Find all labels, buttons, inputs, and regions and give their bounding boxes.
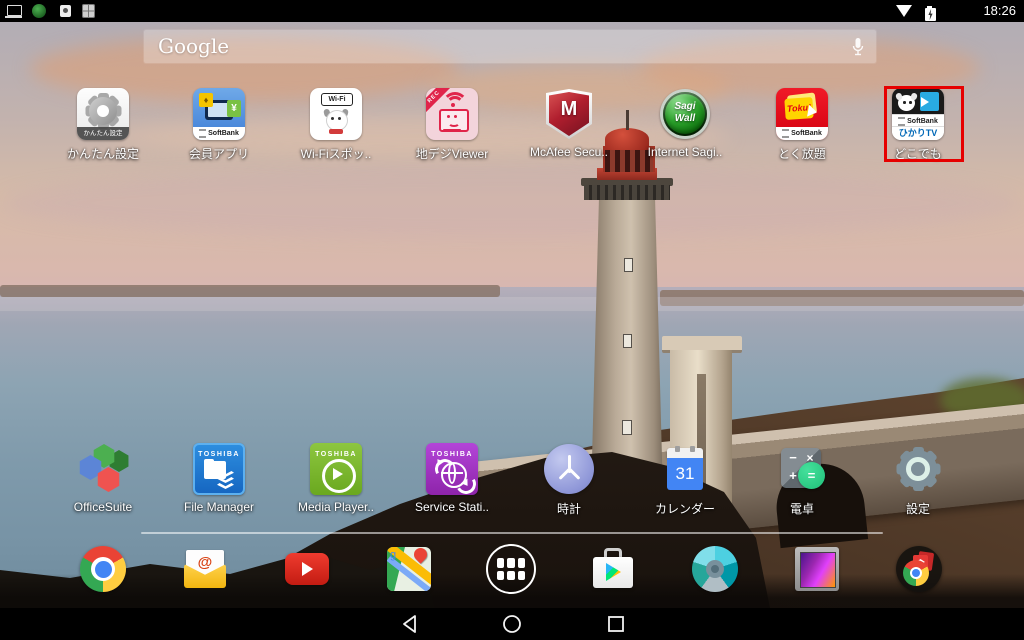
calendar-date: 31 [667, 458, 703, 490]
dock-gallery[interactable] [794, 546, 840, 592]
app-label: 時計 [512, 500, 626, 517]
calc-equals: = [798, 462, 825, 489]
toshiba-text: TOSHIBA [193, 451, 245, 458]
sagiwall-icon: Sagi Wall [659, 88, 711, 140]
calculator-icon: − × + = [776, 443, 828, 495]
app-label: カレンダー [628, 500, 742, 517]
gallery-icon [800, 552, 836, 588]
media-player-icon: TOSHIBA [310, 443, 362, 495]
app-label: Wi-Fiスポッ.. [279, 145, 393, 162]
dock-camera[interactable] [692, 546, 738, 592]
status-bar[interactable]: 18:26 [0, 0, 1024, 22]
app-chideji-viewer[interactable]: REC 地デジViewer [407, 85, 497, 163]
home-button[interactable] [501, 613, 523, 640]
kantan-settings-icon: かんたん設定 [77, 88, 129, 140]
sagiwall-text-line2: Wall [659, 113, 711, 125]
clock-icon [543, 443, 595, 495]
clock-text: 18:26 [983, 3, 1016, 18]
lighthouse-window [623, 334, 632, 348]
app-label: 会員アプリ [162, 145, 276, 162]
app-calendar[interactable]: 31 カレンダー [640, 440, 730, 518]
folder-chrome-icon [903, 560, 929, 586]
member-app-icon: ♦ ¥ SoftBank [193, 88, 245, 140]
softbank-text: SoftBank [791, 130, 822, 137]
app-clock[interactable]: 時計 [524, 440, 614, 518]
sea-glint [0, 297, 1024, 311]
app-label: McAfee Secu.. [512, 145, 626, 159]
app-label: Media Player.. [279, 500, 393, 514]
dock-maps[interactable]: g [386, 546, 432, 592]
settings-gear-icon [892, 443, 944, 495]
dock-email[interactable]: @ [182, 546, 228, 592]
highlight-box [884, 86, 964, 162]
chideji-viewer-icon: REC [426, 88, 478, 140]
sagiwall-text-line1: Sagi [659, 101, 711, 113]
wifi-icon [896, 5, 912, 17]
dock-youtube[interactable] [284, 546, 330, 592]
app-media-player[interactable]: TOSHIBA Media Player.. [291, 440, 381, 518]
lighthouse-dentils [584, 185, 670, 200]
dock-browser-folder[interactable] [896, 546, 942, 592]
wallpaper [0, 22, 1024, 608]
app-label: 電卓 [745, 500, 859, 517]
cloud [0, 168, 1024, 238]
toshiba-text: TOSHIBA [310, 451, 362, 458]
search-bar[interactable]: Google [144, 30, 876, 63]
app-kantan-settings[interactable]: かんたん設定 かんたん設定 [58, 85, 148, 163]
app-label: File Manager [162, 500, 276, 514]
calendar-icon: 31 [659, 443, 711, 495]
home-screen: 18:26 Google かんたん設定 かんたん設定 ♦ ¥ So [0, 0, 1024, 640]
officesuite-icon [77, 443, 129, 495]
mcafee-status-icon [32, 4, 46, 18]
app-label: 地デジViewer [395, 145, 509, 162]
tokuhodai-icon: Toku! SoftBank [776, 88, 828, 140]
mcafee-icon: M [543, 88, 595, 140]
file-manager-icon: TOSHIBA [193, 443, 245, 495]
app-label: OfficeSuite [46, 500, 160, 514]
app-file-manager[interactable]: TOSHIBA File Manager [174, 440, 264, 518]
lighthouse-window [624, 258, 633, 272]
wifi-spot-icon: Wi-Fi [310, 88, 362, 140]
display-icon-base [5, 16, 22, 18]
app-label: かんたん設定 [46, 145, 160, 162]
app-label: Service Stati.. [395, 500, 509, 514]
app-label: 設定 [861, 500, 975, 517]
app-sagiwall[interactable]: Sagi Wall Internet Sagi.. [640, 85, 730, 163]
wifi-spot-dog-icon [60, 5, 71, 17]
app-notification-icon [82, 4, 95, 18]
service-station-icon: TOSHIBA [426, 443, 478, 495]
app-wifi-spot[interactable]: Wi-Fi Wi-Fiスポッ.. [291, 85, 381, 163]
mcafee-letter: M [543, 98, 595, 121]
app-service-station[interactable]: TOSHIBA Service Stati.. [407, 440, 497, 518]
display-icon [7, 5, 22, 16]
back-button[interactable] [399, 613, 421, 640]
dock-play-store[interactable] [590, 546, 636, 592]
app-mcafee[interactable]: M McAfee Secu.. [524, 85, 614, 163]
app-calculator[interactable]: − × + = 電卓 [757, 440, 847, 518]
battery-charging-icon [925, 8, 936, 21]
app-label: とく放題 [745, 145, 859, 162]
lighthouse-finial [626, 110, 629, 130]
app-member-app[interactable]: ♦ ¥ SoftBank 会員アプリ [174, 85, 264, 163]
dock-chrome[interactable] [80, 546, 126, 592]
softbank-text: SoftBank [208, 130, 239, 137]
dock-app-drawer[interactable] [486, 544, 536, 594]
mic-icon[interactable] [850, 36, 866, 63]
navigation-bar [0, 608, 1024, 640]
distant-coastline-left [0, 285, 500, 297]
app-settings[interactable]: 設定 [873, 440, 963, 518]
icon-band-text: かんたん設定 [77, 127, 129, 140]
app-label: Internet Sagi.. [628, 145, 742, 159]
wifi-badge: Wi-Fi [321, 93, 353, 106]
lighthouse-window [622, 420, 632, 435]
app-officesuite[interactable]: OfficeSuite [58, 440, 148, 518]
recents-button[interactable] [605, 613, 627, 640]
calc-minus: − [787, 450, 799, 465]
google-logo: Google [158, 34, 229, 58]
page-indicator [141, 532, 883, 534]
app-tokuhodai[interactable]: Toku! SoftBank とく放題 [757, 85, 847, 163]
